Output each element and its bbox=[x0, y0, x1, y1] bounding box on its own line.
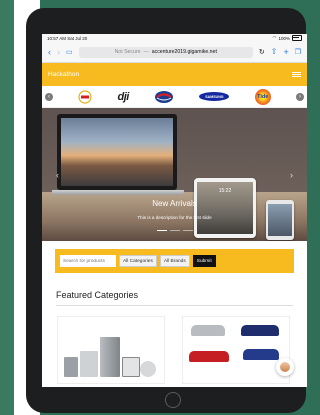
hero-description: This is a description for the first slid… bbox=[137, 215, 212, 220]
hero-title: New Arrivals bbox=[152, 199, 197, 208]
appliance-image bbox=[140, 360, 156, 377]
site-brand[interactable]: Hackathon bbox=[48, 71, 79, 78]
hero-indicator[interactable] bbox=[182, 230, 193, 232]
search-bar: All Categories All Brands Submit bbox=[55, 249, 294, 273]
brand-carousel: ‹ dji SAMSUNG Tide › bbox=[42, 86, 307, 108]
car-image bbox=[189, 350, 229, 362]
home-button[interactable] bbox=[165, 392, 181, 408]
hero-next-icon[interactable]: › bbox=[290, 170, 293, 180]
hero-prev-icon[interactable]: ‹ bbox=[56, 170, 59, 180]
status-time: 10:57 AM Sat Jul 20 bbox=[47, 35, 88, 41]
security-label: Not Secure bbox=[114, 49, 141, 55]
appliances-category-card[interactable] bbox=[57, 315, 165, 384]
car-image bbox=[191, 324, 225, 336]
brands-prev-button[interactable]: ‹ bbox=[45, 92, 53, 101]
submit-button[interactable]: Submit bbox=[192, 255, 216, 267]
page-background-stripe bbox=[0, 0, 14, 415]
forward-icon[interactable]: › bbox=[57, 47, 60, 57]
brand-logo-samsung[interactable]: SAMSUNG bbox=[199, 92, 230, 101]
battery-icon bbox=[292, 35, 302, 41]
appliance-image bbox=[80, 350, 98, 377]
site-header: Hackathon bbox=[42, 63, 307, 86]
brand-logo-coca-cola[interactable] bbox=[78, 89, 92, 104]
bookmarks-icon[interactable]: ▭ bbox=[66, 49, 73, 56]
share-icon[interactable]: ⇧ bbox=[271, 48, 278, 56]
appliance-image bbox=[100, 336, 120, 377]
url-separator: — bbox=[143, 49, 149, 55]
featured-heading: Featured Categories bbox=[56, 290, 139, 300]
tabs-icon[interactable]: ❐ bbox=[295, 49, 301, 56]
hero-indicators bbox=[42, 230, 307, 232]
tablet-clock: 15:22 bbox=[218, 188, 232, 194]
car-image bbox=[241, 324, 279, 336]
battery-percent: 100% bbox=[278, 35, 290, 41]
ipad-screen: 10:57 AM Sat Jul 20 ◠ 100% ‹ › ▭ Not Sec… bbox=[42, 34, 307, 387]
back-icon[interactable]: ‹ bbox=[48, 47, 51, 57]
brand-select[interactable]: All Brands bbox=[159, 255, 190, 267]
status-bar: 10:57 AM Sat Jul 20 ◠ 100% bbox=[42, 34, 307, 42]
hero-laptop-image bbox=[57, 114, 177, 190]
avatar-icon bbox=[280, 362, 290, 372]
reload-icon[interactable]: ↻ bbox=[259, 49, 265, 56]
hero-tablet-image: 15:22 bbox=[194, 178, 256, 238]
wifi-icon: ◠ bbox=[272, 35, 277, 40]
brands-next-button[interactable]: › bbox=[295, 92, 304, 101]
cars-category-card[interactable] bbox=[182, 315, 290, 384]
featured-cards bbox=[42, 315, 307, 386]
brand-logo-dji[interactable]: dji bbox=[118, 91, 130, 103]
car-image bbox=[243, 348, 279, 360]
address-bar[interactable]: Not Secure — accenture2019.gigamike.net bbox=[78, 46, 253, 58]
category-select[interactable]: All Categories bbox=[119, 255, 157, 267]
brand-logo-tide[interactable]: Tide bbox=[254, 88, 271, 105]
hero-indicator[interactable] bbox=[156, 230, 167, 232]
hero-carousel: 15:22 ‹ › New Arrivals This is a descrip… bbox=[42, 108, 307, 241]
featured-divider bbox=[56, 305, 293, 306]
browser-toolbar: ‹ › ▭ Not Secure — accenture2019.gigamik… bbox=[42, 42, 307, 63]
appliance-image bbox=[64, 356, 78, 377]
hero-indicator[interactable] bbox=[169, 230, 180, 232]
url-host: accenture2019.gigamike.net bbox=[151, 49, 217, 55]
appliance-image bbox=[122, 356, 140, 377]
brand-logo-pepsi[interactable] bbox=[154, 90, 174, 104]
new-tab-icon[interactable]: + bbox=[283, 47, 288, 57]
menu-icon[interactable] bbox=[292, 71, 301, 78]
hero-laptop-base bbox=[52, 190, 184, 195]
chat-avatar-button[interactable] bbox=[276, 358, 294, 376]
search-input[interactable] bbox=[60, 255, 116, 267]
